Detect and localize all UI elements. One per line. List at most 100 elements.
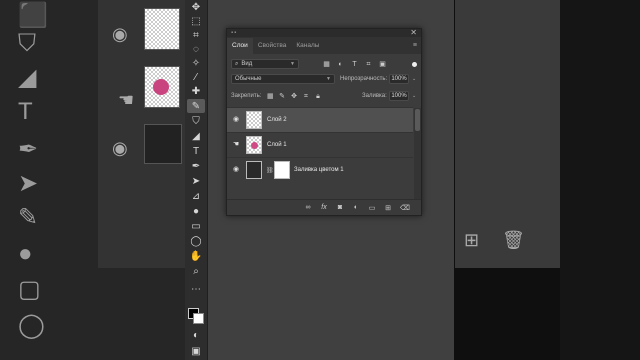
zoom-tool-icon[interactable]: ⌕ [187, 264, 205, 278]
adjustment-filter-icon[interactable]: ◐ [337, 61, 344, 68]
ghost-ellipse-icon: ◯ [18, 312, 45, 339]
lock-pixels-icon[interactable]: ✎ [279, 93, 285, 100]
eye-icon[interactable]: ◉ [232, 166, 240, 174]
layer-filter-dropdown[interactable]: ⌕ Вид ▼ [231, 59, 299, 69]
layer-row[interactable]: ◉ ⛓ Заливка цветом 1 [227, 157, 413, 182]
smart-object-filter-icon[interactable]: ▣ [379, 61, 386, 68]
opacity-input[interactable]: 100% [389, 74, 409, 84]
ghost-gradient-icon: ▢ [18, 276, 41, 303]
type-filter-icon[interactable]: T [351, 61, 358, 68]
ruler-icon[interactable]: ⊿ [187, 189, 205, 203]
flower-icon [251, 142, 258, 149]
tools-panel: ✥ ⬚ ⌗ ◌ ✧ ⁄ ✚ ✎ ⛉ ◢ T ✒ ➤ ⊿ ● ▭ ◯ ✋ ⌕ ⋯ … [185, 0, 208, 360]
lock-all-icon[interactable]: 🔒︎ [315, 93, 321, 100]
crop-tool-icon[interactable]: ⌗ [187, 28, 205, 42]
ellipse-tool-icon[interactable]: ◯ [187, 234, 205, 248]
close-icon[interactable]: ✕ [410, 28, 417, 37]
new-layer-icon[interactable]: ⊞ [384, 204, 392, 212]
lock-artboard-icon[interactable]: ⌗ [303, 93, 309, 100]
fx-icon[interactable]: fx [320, 204, 328, 211]
panel-grip-icon[interactable]: ▪▪ [231, 30, 237, 36]
eye-icon[interactable]: ◉ [232, 116, 240, 124]
eraser-tool-icon[interactable]: ◢ [187, 129, 205, 143]
ghost-eraser-icon: ◢ [18, 64, 37, 91]
layer-row[interactable]: ☚ Слой 1 [227, 132, 413, 157]
tab-properties[interactable]: Свойства [253, 42, 292, 54]
layer-thumbnail-transparent [246, 111, 262, 129]
hand-cursor-icon[interactable]: ☚ [232, 141, 240, 149]
tab-layers[interactable]: Слои [227, 38, 253, 54]
quick-mask-icon[interactable]: ◐ [187, 328, 205, 342]
layer-row[interactable]: ◉ Слой 2 [227, 107, 413, 132]
shape-filter-icon[interactable]: ⌗ [365, 61, 372, 68]
healing-brush-icon[interactable]: ✚ [187, 84, 205, 98]
ghost-type-icon: T [18, 98, 33, 125]
blurred-right-panel [455, 0, 560, 268]
panel-menu-icon[interactable]: ≡ [413, 42, 417, 49]
ghost-pen-icon: ✒ [18, 136, 39, 163]
lasso-tool-icon[interactable]: ◌ [187, 42, 205, 56]
ghost-eye-icon-2: ◉ [112, 138, 128, 158]
panel-titlebar[interactable]: ▪▪ ✕ [227, 28, 421, 37]
ghost-flower-thumb [144, 66, 180, 108]
gradient-tool-icon[interactable]: ▭ [187, 219, 205, 233]
ghost-ruler-icon: ✎ [18, 204, 39, 231]
ghost-arrow-icon: ➤ [18, 170, 39, 197]
ghost-stamp-icon: ⛉ [18, 30, 36, 57]
layer-thumbnail-fill [246, 161, 262, 179]
link-icon[interactable]: ∞ [304, 204, 312, 211]
lock-transparent-icon[interactable]: ▦ [267, 93, 274, 100]
screen-mode-icon[interactable]: ▣ [187, 344, 205, 358]
panel-tabs: Слои Свойства Каналы ≡ [227, 37, 421, 54]
blend-mode-dropdown[interactable]: Обычные ▼ [231, 74, 335, 84]
trash-icon[interactable]: ⌫ [400, 204, 410, 212]
more-tools-icon[interactable]: ⋯ [187, 282, 205, 296]
ghost-layer-thumb [144, 8, 180, 50]
filter-row: ⌕ Вид ▼ ▦ ◐ T ⌗ ▣ [227, 59, 421, 71]
fill-label: Заливка: [362, 93, 387, 99]
move-tool-icon[interactable]: ✥ [187, 0, 205, 14]
lock-position-icon[interactable]: ✥ [291, 93, 297, 100]
layer-mask-thumbnail [274, 161, 290, 179]
lock-row: Закрепить: ▦ ✎ ✥ ⌗ 🔒︎ Заливка: 100% ⌄ [227, 91, 421, 103]
filter-icons: ▦ ◐ T ⌗ ▣ [323, 61, 386, 68]
layers-footer: ∞ fx ◙ ◐ ▭ ⊞ ⌫ [227, 199, 421, 215]
mask-icon[interactable]: ◙ [336, 204, 344, 211]
layers-panel: ▪▪ ✕ Слои Свойства Каналы ≡ ⌕ Вид ▼ ▦ ◐ … [226, 28, 422, 216]
link-chain-icon[interactable]: ⛓ [266, 167, 274, 174]
layer-name: Заливка цветом 1 [294, 167, 344, 173]
eyedropper-icon[interactable]: ⁄ [187, 70, 205, 84]
pen-tool-icon[interactable]: ✒ [187, 159, 205, 173]
marquee-tool-icon[interactable]: ⬚ [187, 14, 205, 28]
ghost-tool-icon: ⬛ [18, 2, 48, 29]
ghost-fill-thumb [144, 124, 182, 164]
opacity-chevron-icon[interactable]: ⌄ [412, 76, 416, 82]
fill-chevron-icon[interactable]: ⌄ [412, 93, 416, 99]
type-tool-icon[interactable]: T [187, 144, 205, 158]
layers-scrollbar[interactable] [414, 108, 421, 207]
layer-thumbnail-flower [246, 136, 262, 154]
pixel-filter-icon[interactable]: ▦ [323, 61, 330, 68]
filter-toggle[interactable] [412, 62, 417, 67]
lock-icons: ▦ ✎ ✥ ⌗ 🔒︎ [267, 93, 321, 100]
opacity-label: Непрозрачность: [340, 76, 388, 82]
lock-label: Закрепить: [231, 93, 262, 99]
brush-tool-icon[interactable]: ✎ [187, 99, 205, 113]
filter-label: Вид [241, 61, 253, 67]
magic-wand-icon[interactable]: ✧ [187, 56, 205, 70]
tab-channels[interactable]: Каналы [291, 42, 324, 54]
fill-input[interactable]: 100% [389, 91, 409, 101]
background-color-swatch[interactable] [193, 313, 204, 324]
blend-mode-value: Обычные [235, 76, 262, 82]
adjustment-icon[interactable]: ◐ [352, 204, 360, 211]
group-icon[interactable]: ▭ [368, 204, 376, 212]
ghost-hand-icon: ☚ [118, 90, 135, 110]
stamp-tool-icon[interactable]: ⛉ [187, 114, 205, 128]
layer-name: Слой 1 [267, 142, 287, 148]
brush-alt-icon[interactable]: ● [187, 204, 205, 218]
scrollbar-thumb[interactable] [415, 109, 420, 131]
blend-row: Обычные ▼ Непрозрачность: 100% ⌄ [227, 74, 421, 86]
dark-right-edge [560, 0, 640, 360]
path-select-icon[interactable]: ➤ [187, 174, 205, 188]
hand-tool-icon[interactable]: ✋ [187, 249, 205, 263]
